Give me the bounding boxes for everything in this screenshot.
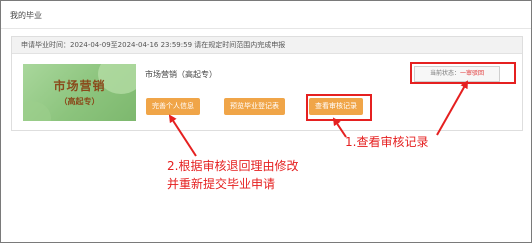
major-name: 市场营销（高起专） — [145, 70, 217, 79]
complete-personal-info-button[interactable]: 完善个人信息 — [146, 98, 200, 115]
annotation-step-1: 1.查看审核记录 — [345, 135, 429, 149]
thumbnail-major-name: 市场营销 — [53, 79, 106, 93]
major-thumbnail: 市场营销 （高起专） — [23, 64, 136, 121]
notice-bar: 申请毕业时间：2024-04-09至2024-04-16 23:59:59 请在… — [12, 37, 522, 54]
main-frame: 我的毕业 申请毕业时间：2024-04-09至2024-04-16 23:59:… — [0, 0, 532, 243]
page-title: 我的毕业 — [10, 11, 42, 20]
annotation-step-2-line-2: 并重新提交毕业申请 — [167, 177, 276, 191]
review-button-highlight-box — [306, 94, 372, 121]
thumbnail-level: （高起专） — [59, 96, 100, 106]
application-period-notice: 申请毕业时间：2024-04-09至2024-04-16 23:59:59 请在… — [21, 41, 286, 49]
annotation-step-2: 2.根据审核退回理由修改 并重新提交毕业申请 — [167, 157, 298, 193]
annotation-step-2-line-1: 2.根据审核退回理由修改 — [167, 159, 299, 173]
preview-register-form-button[interactable]: 预览毕业登记表 — [224, 98, 285, 115]
title-divider — [1, 28, 531, 29]
status-highlight-box — [410, 62, 516, 84]
